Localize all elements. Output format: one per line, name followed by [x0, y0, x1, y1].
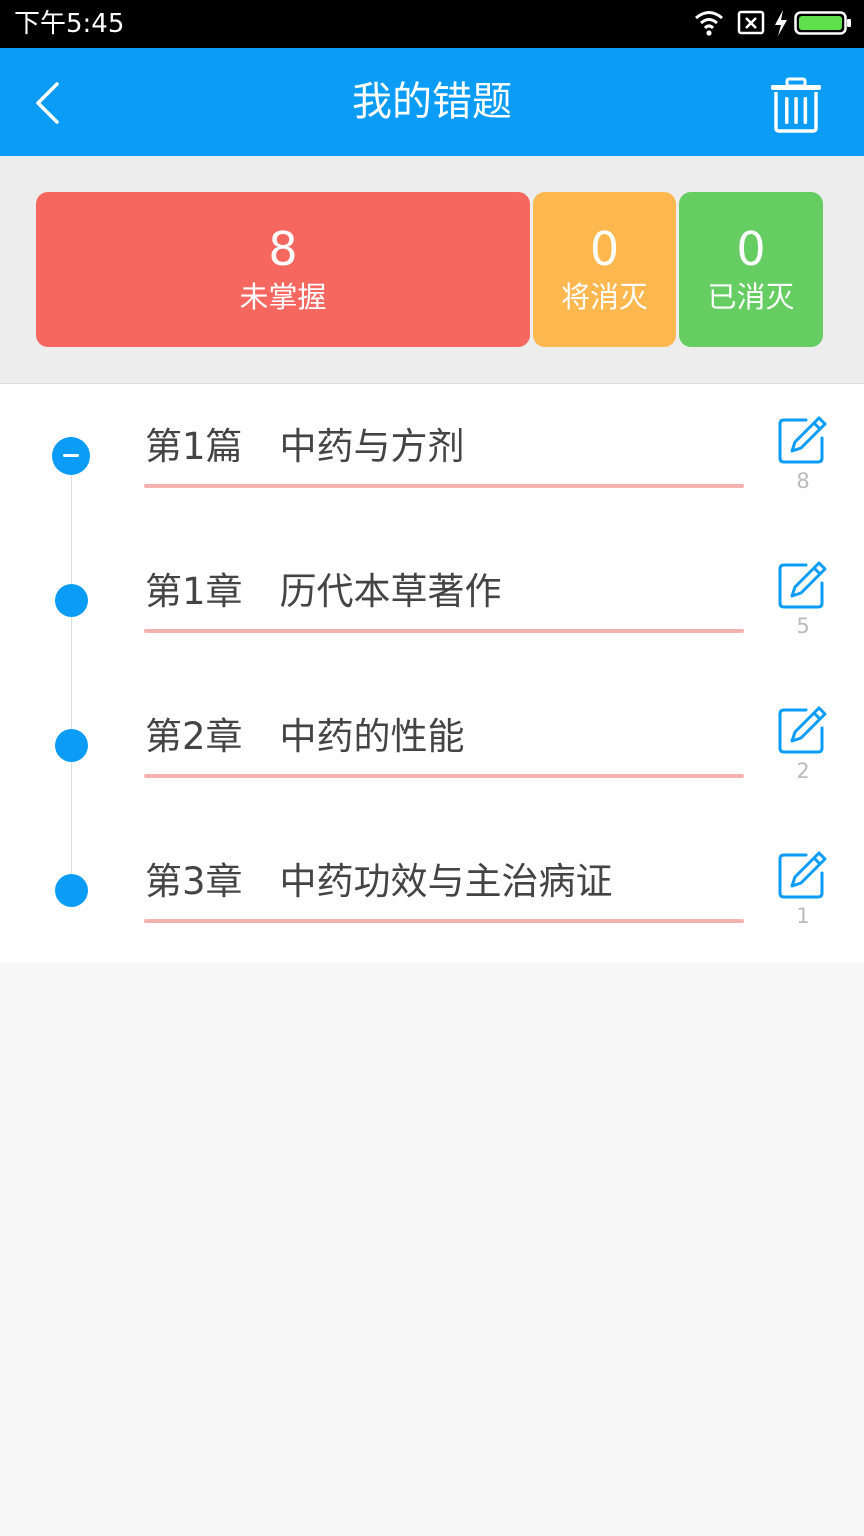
chapter-tree: 第1篇 中药与方剂 8 第1章 历代本草著作 5 第2章 中药的性能 2 第3章… — [0, 384, 864, 962]
edit-button[interactable] — [776, 414, 828, 466]
tree-row-title: 第3章 中药功效与主治病证 — [145, 860, 613, 903]
node-dot-icon — [55, 584, 88, 617]
wifi-icon — [695, 11, 723, 36]
tree-row-part-1[interactable]: 第1篇 中药与方剂 8 — [0, 384, 864, 529]
chevron-left-icon — [36, 82, 59, 124]
row-underline — [144, 774, 744, 778]
tree-row-title: 第1篇 中药与方剂 — [145, 425, 465, 468]
status-bar: 下午5:45 — [0, 0, 864, 48]
edit-icon — [778, 851, 827, 899]
page-title: 我的错题 — [352, 79, 512, 125]
stats-panel: 8 未掌握 0 将消灭 0 已消灭 — [0, 156, 864, 384]
edit-button[interactable] — [776, 559, 828, 611]
status-time: 下午5:45 — [14, 9, 125, 39]
row-count: 8 — [796, 469, 810, 493]
edit-icon — [778, 561, 827, 609]
tree-row-title: 第2章 中药的性能 — [145, 715, 465, 758]
stat-card-eliminated[interactable]: 0 已消灭 — [679, 192, 823, 347]
collapse-icon[interactable] — [52, 437, 90, 475]
tree-row-chapter-1[interactable]: 第1章 历代本草著作 5 — [0, 529, 864, 674]
edit-button[interactable] — [776, 849, 828, 901]
tree-row-chapter-2[interactable]: 第2章 中药的性能 2 — [0, 674, 864, 819]
node-dot-icon — [55, 874, 88, 907]
row-underline — [144, 629, 744, 633]
row-count: 1 — [796, 904, 810, 928]
trash-icon — [771, 77, 821, 133]
battery-icon — [794, 11, 851, 35]
row-count: 2 — [796, 759, 810, 783]
row-count: 5 — [796, 614, 810, 638]
stat-value-unmastered: 8 — [268, 222, 298, 276]
back-button[interactable] — [20, 70, 84, 134]
edit-icon — [778, 416, 827, 464]
stat-label-unmastered: 未掌握 — [239, 280, 327, 314]
edit-icon — [778, 706, 827, 754]
tree-row-title: 第1章 历代本草著作 — [145, 570, 502, 613]
stat-value-eliminated: 0 — [736, 222, 766, 276]
tree-row-chapter-3[interactable]: 第3章 中药功效与主治病证 1 — [0, 819, 864, 964]
stat-card-unmastered[interactable]: 8 未掌握 — [36, 192, 530, 347]
stat-value-to-eliminate: 0 — [589, 222, 620, 276]
stat-card-to-eliminate[interactable]: 0 将消灭 — [533, 192, 676, 347]
charging-icon — [775, 10, 787, 36]
row-underline — [144, 484, 744, 488]
app-bar: 我的错题 — [0, 48, 864, 156]
node-dot-icon — [55, 729, 88, 762]
edit-button[interactable] — [776, 704, 828, 756]
stat-label-eliminated: 已消灭 — [707, 280, 795, 314]
stat-label-to-eliminate: 将消灭 — [560, 280, 648, 314]
sim-off-icon — [737, 10, 765, 35]
delete-button[interactable] — [768, 74, 824, 134]
row-underline — [144, 919, 744, 923]
